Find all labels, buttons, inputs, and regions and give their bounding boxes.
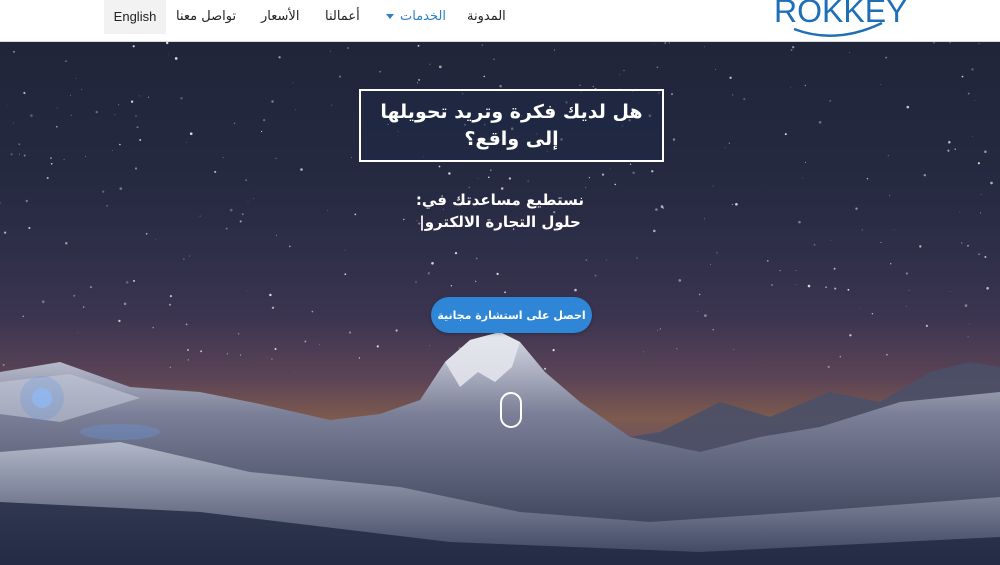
subheadline: نستطيع مساعدتك في: حلول التجارة الالكترو… xyxy=(380,189,620,233)
nav-contact[interactable]: تواصل معنا xyxy=(176,9,236,24)
headline-line-1: هل لديك فكرة وتريد تحويلها xyxy=(380,100,643,123)
nav-services-label: الخدمات xyxy=(400,9,446,24)
chevron-down-icon xyxy=(386,14,394,19)
nav-blog[interactable]: المدونة xyxy=(467,9,506,24)
rokkey-logo[interactable]: ROKKEY xyxy=(774,0,914,38)
nav-services[interactable]: الخدمات xyxy=(386,9,446,24)
headline: هل لديك فكرة وتريد تحويلها إلى واقع؟ xyxy=(380,99,642,153)
subheadline-line-1: نستطيع مساعدتك في: xyxy=(415,191,585,209)
nav-portfolio[interactable]: أعمالنا xyxy=(325,9,360,24)
headline-line-2: إلى واقع؟ xyxy=(464,127,559,150)
nav-pricing[interactable]: الأسعار xyxy=(261,9,299,24)
language-switch[interactable]: English xyxy=(104,0,166,34)
hero-section: هل لديك فكرة وتريد تحويلها إلى واقع؟ نست… xyxy=(0,42,1000,565)
free-consultation-button[interactable]: احصل على استشارة مجانية xyxy=(431,297,592,333)
logo-swoosh-icon xyxy=(793,21,883,37)
scroll-down-indicator[interactable] xyxy=(500,392,522,428)
site-header: English تواصل معنا الأسعار أعمالنا الخدم… xyxy=(0,0,1000,42)
headline-box: هل لديك فكرة وتريد تحويلها إلى واقع؟ xyxy=(359,89,664,162)
subheadline-line-2: حلول التجارة الالكترو| xyxy=(419,213,581,231)
